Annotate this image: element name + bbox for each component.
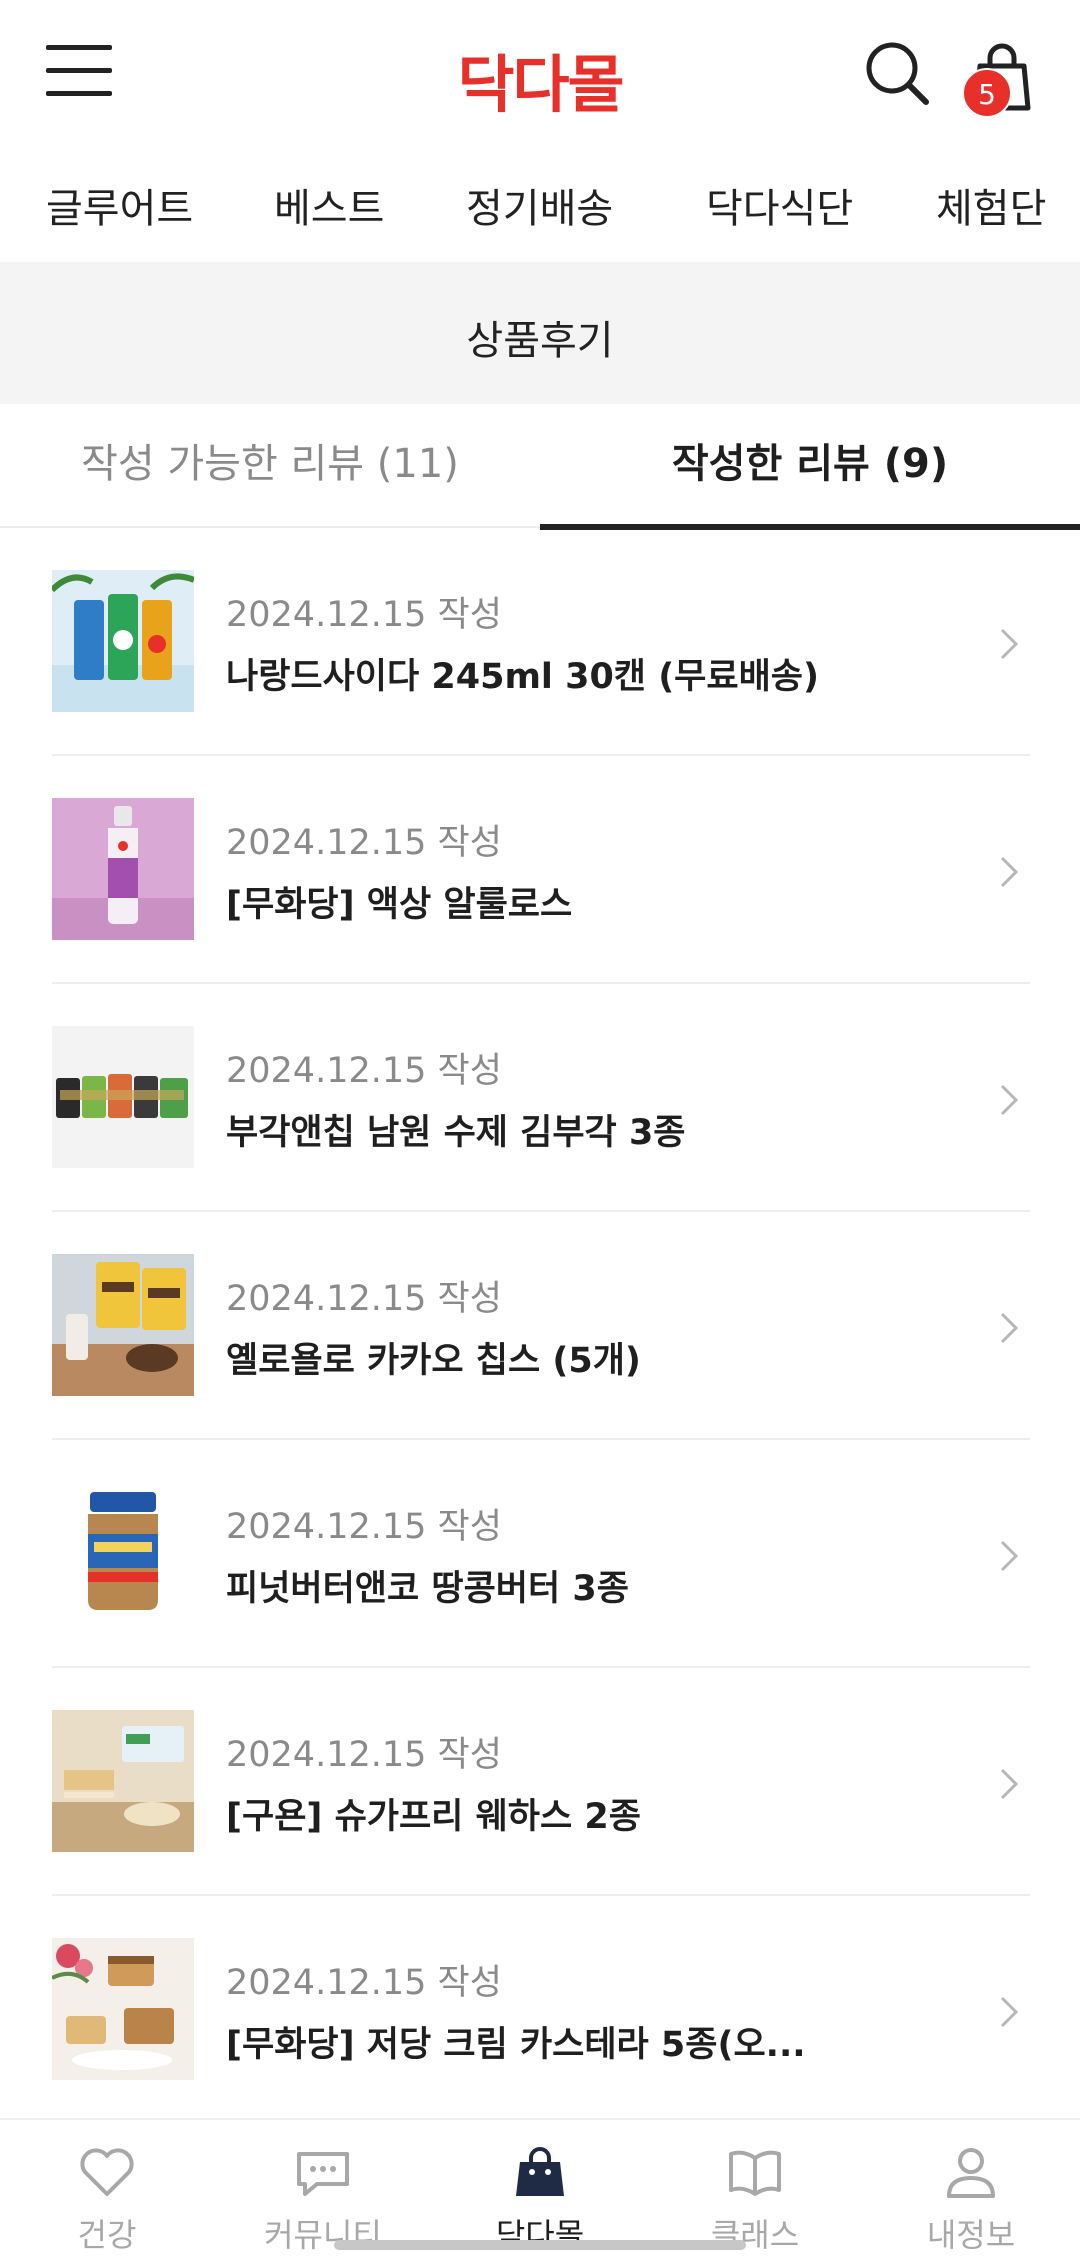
product-title: 부각앤칩 남원 수제 김부각 3종 <box>226 1113 686 1153</box>
chevron-right-icon <box>1000 1996 1019 2028</box>
bottom-tab-label: 내정보 <box>926 2216 1016 2254</box>
nav-item-glu-art[interactable]: 글루어트 <box>46 176 193 234</box>
chevron-right-icon <box>1000 1312 1019 1344</box>
list-item[interactable]: 2024.12.15 작성 [무화당] 저당 크림 카스테라 5종(오... <box>52 1896 1030 2124</box>
cart-count-badge: 5 <box>962 68 1012 118</box>
nav-item-best[interactable]: 베스트 <box>274 176 384 234</box>
shopping-bag-icon <box>516 2147 564 2196</box>
chevron-right-icon <box>1000 1540 1019 1572</box>
chevron-right-icon <box>1000 1084 1019 1116</box>
castella-cake-image <box>52 1938 194 2080</box>
tab-written-reviews[interactable]: 작성한 리뷰 (9) <box>540 404 1080 528</box>
nav-item-subscription[interactable]: 정기배송 <box>466 176 613 234</box>
chevron-right-icon <box>1000 856 1019 888</box>
review-date: 2024.12.15 작성 <box>226 1279 502 1319</box>
review-date: 2024.12.15 작성 <box>226 595 502 635</box>
review-date: 2024.12.15 작성 <box>226 823 502 863</box>
chat-bubble-icon <box>297 2152 349 2196</box>
seaweed-chips-image <box>52 1026 194 1168</box>
product-title: 옐로욜로 카카오 칩스 (5개) <box>226 1341 641 1381</box>
book-icon <box>729 2150 781 2196</box>
list-item[interactable]: 2024.12.15 작성 옐로욜로 카카오 칩스 (5개) <box>52 1212 1030 1440</box>
chevron-right-icon <box>1000 628 1019 660</box>
search-icon[interactable] <box>862 38 932 108</box>
app-header: 닥다몰 5 <box>0 0 1080 150</box>
bottom-tab-label: 건강 <box>77 2216 137 2254</box>
page-title-bar: 상품후기 <box>0 262 1080 404</box>
product-title: 나랑드사이다 245ml 30캔 (무료배송) <box>226 657 819 697</box>
cacao-chips-image <box>52 1254 194 1396</box>
list-item[interactable]: 2024.12.15 작성 [무화당] 액상 알룰로스 <box>52 756 1030 984</box>
product-title: [무화당] 저당 크림 카스테라 5종(오... <box>226 2025 806 2065</box>
tab-writable-reviews[interactable]: 작성 가능한 리뷰 (11) <box>0 404 540 528</box>
review-date: 2024.12.15 작성 <box>226 1507 502 1547</box>
category-nav: 글루어트 베스트 정기배송 닥다식단 체험단 <box>0 150 1080 262</box>
chevron-right-icon <box>1000 1768 1019 1800</box>
cider-cans-image <box>52 570 194 712</box>
page-title: 상품후기 <box>466 318 614 364</box>
list-item[interactable]: 2024.12.15 작성 피넛버터앤코 땅콩버터 3종 <box>52 1440 1030 1668</box>
product-title: [무화당] 액상 알룰로스 <box>226 885 573 925</box>
nav-item-meal-plan[interactable]: 닥다식단 <box>706 176 853 234</box>
list-item[interactable]: 2024.12.15 작성 나랑드사이다 245ml 30캔 (무료배송) <box>52 528 1030 756</box>
list-item[interactable]: 2024.12.15 작성 [구욘] 슈가프리 웨하스 2종 <box>52 1668 1030 1896</box>
home-indicator[interactable] <box>334 2240 746 2250</box>
person-icon <box>947 2148 995 2198</box>
peanut-butter-jar-image <box>52 1482 194 1624</box>
review-tabs: 작성 가능한 리뷰 (11) 작성한 리뷰 (9) <box>0 404 1080 530</box>
review-date: 2024.12.15 작성 <box>226 1051 502 1091</box>
wafer-image <box>52 1710 194 1852</box>
heart-icon <box>80 2148 134 2196</box>
nav-item-experience-group[interactable]: 체험단 <box>936 176 1046 234</box>
product-title: [구욘] 슈가프리 웨하스 2종 <box>226 1797 641 1837</box>
review-date: 2024.12.15 작성 <box>226 1963 502 2003</box>
list-item[interactable]: 2024.12.15 작성 부각앤칩 남원 수제 김부각 3종 <box>52 984 1030 1212</box>
bottom-tab-health[interactable]: 건강 <box>32 2144 182 2256</box>
allulose-bottle-image <box>52 798 194 940</box>
review-date: 2024.12.15 작성 <box>226 1735 502 1775</box>
product-title: 피넛버터앤코 땅콩버터 3종 <box>226 1569 629 1609</box>
bottom-tab-my-info[interactable]: 내정보 <box>896 2144 1046 2256</box>
